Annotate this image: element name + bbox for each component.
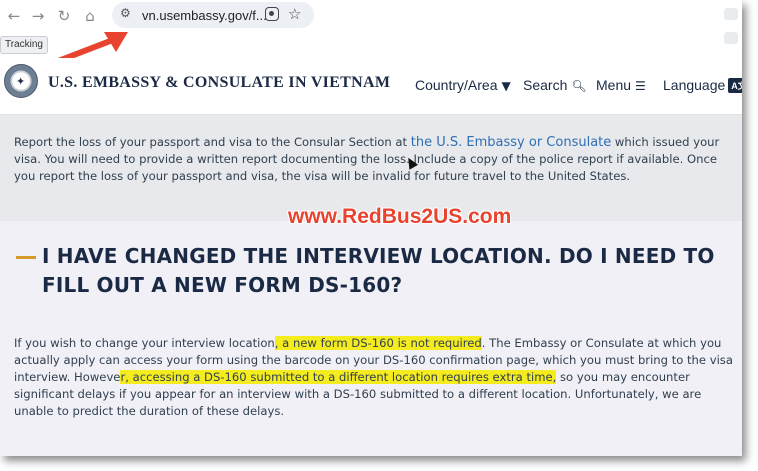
hamburger-icon: ☰ xyxy=(635,79,646,93)
faq-answer-paragraph: If you wish to change your interview loc… xyxy=(14,335,734,420)
country-area-label: Country/Area xyxy=(415,77,498,93)
bookmark-star-icon[interactable]: ☆ xyxy=(288,5,301,23)
home-icon[interactable]: ⌂ xyxy=(80,6,100,26)
accordion-collapse-icon[interactable] xyxy=(16,256,36,259)
language-icon: A文 xyxy=(728,78,742,93)
menu-button[interactable]: Menu ☰ xyxy=(596,77,646,93)
site-title[interactable]: U.S. EMBASSY & CONSULATE IN VIETNAM xyxy=(48,74,390,92)
bookmark-folder-icon[interactable] xyxy=(724,32,738,44)
search-button[interactable]: Search 🔍︎ xyxy=(523,77,587,93)
lens-icon[interactable] xyxy=(265,7,279,21)
watermark-text: www.RedBus2US.com xyxy=(288,205,512,228)
toolbar-extension-icon[interactable] xyxy=(724,8,738,20)
lost-passport-paragraph: Report the loss of your passport and vis… xyxy=(14,134,734,185)
faq-question-heading[interactable]: I HAVE CHANGED THE INTERVIEW LOCATION. D… xyxy=(42,242,732,300)
answer-text-1: If you wish to change your interview loc… xyxy=(14,336,275,350)
back-icon[interactable]: ← xyxy=(4,6,24,26)
forward-icon[interactable]: → xyxy=(28,6,48,26)
country-area-menu[interactable]: Country/Area ▼ xyxy=(415,77,511,93)
menu-label: Menu xyxy=(596,77,632,93)
embassy-consulate-link[interactable]: the U.S. Embassy or Consulate xyxy=(411,135,611,150)
lost-passport-text-1: Report the loss of your passport and vis… xyxy=(14,135,411,149)
site-header: ✦ U.S. EMBASSY & CONSULATE IN VIETNAM Co… xyxy=(0,58,742,115)
search-label: Search xyxy=(523,77,568,93)
eagle-icon: ✦ xyxy=(16,75,26,88)
screenshot-frame: ← → ↻ ⌂ ⚙ vn.usembassy.gov/f... ☆ Tracki… xyxy=(0,0,742,456)
search-icon: 🔍︎ xyxy=(571,79,587,93)
site-info-icon[interactable]: ⚙ xyxy=(120,6,131,20)
answer-highlight-1: , a new form DS-160 is not required xyxy=(274,336,482,350)
answer-highlight-2: r, accessing a DS-160 submitted to a dif… xyxy=(120,370,557,384)
url-text: vn.usembassy.gov/f... xyxy=(142,8,267,23)
caret-down-icon: ▼ xyxy=(501,79,511,93)
language-label: Language xyxy=(663,77,726,93)
language-button[interactable]: LanguageA文 xyxy=(663,77,742,93)
reload-icon[interactable]: ↻ xyxy=(54,6,74,26)
address-bar[interactable]: ⚙ vn.usembassy.gov/f... ☆ xyxy=(112,2,314,28)
